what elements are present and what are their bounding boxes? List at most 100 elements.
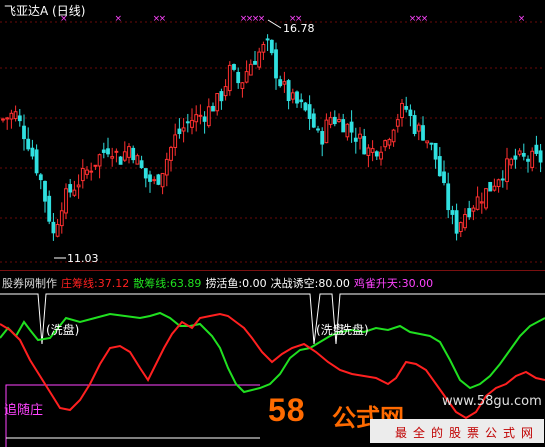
high-label: 16.78	[283, 22, 315, 35]
candle-body	[341, 119, 346, 133]
candle-body	[421, 125, 425, 141]
candle-body	[479, 201, 484, 204]
candle-body	[383, 140, 388, 148]
candle-body	[450, 210, 455, 215]
candle-body	[55, 224, 60, 237]
candle-body	[311, 113, 316, 128]
candle-body	[114, 150, 119, 153]
candle-body	[370, 148, 375, 153]
candle-body	[5, 117, 10, 120]
xipan-label-1: (洗盘)	[46, 322, 79, 337]
signal-marker: ×	[518, 14, 526, 24]
candle-body	[454, 210, 459, 234]
candle-body	[362, 136, 367, 155]
candle-body	[488, 181, 493, 192]
candle-body	[72, 189, 77, 196]
candle-body	[517, 150, 522, 155]
candle-body	[412, 115, 417, 134]
candle-body	[253, 61, 257, 65]
candle-body	[303, 102, 308, 111]
candle-body	[299, 99, 304, 103]
low-annotation: 11.03	[54, 252, 99, 265]
candle-body	[1, 118, 5, 121]
candle-body	[526, 158, 530, 162]
candle-body	[492, 185, 497, 191]
candle-body	[274, 49, 278, 79]
candle-body	[437, 156, 442, 177]
candle-body	[391, 129, 396, 143]
candle-body	[227, 64, 232, 92]
candle-body	[265, 38, 270, 41]
candle-body	[307, 104, 312, 119]
candle-body	[51, 221, 56, 234]
panel-divider	[0, 270, 545, 271]
candle-body	[446, 183, 451, 211]
candle-body	[131, 147, 136, 161]
candle-body	[215, 93, 220, 112]
candle-body	[521, 152, 526, 157]
candle-body	[374, 151, 379, 157]
candle-body	[34, 149, 39, 174]
candle-body	[471, 207, 476, 212]
candle-body	[173, 134, 178, 148]
candle-body	[538, 150, 543, 163]
candle-body	[232, 64, 236, 70]
candle-body	[26, 138, 31, 150]
signal-marker: ×	[60, 14, 68, 24]
candle-body	[122, 151, 127, 161]
candle-body	[400, 102, 404, 119]
candle-body	[240, 82, 245, 89]
candle-body	[366, 147, 371, 156]
candle-body	[13, 111, 18, 120]
candle-body	[127, 146, 131, 158]
candle-body	[404, 106, 409, 110]
candle-body	[223, 86, 228, 97]
candle-body	[148, 174, 152, 182]
candle-body	[530, 150, 535, 168]
candle-body	[93, 164, 98, 167]
candle-body	[295, 91, 299, 104]
candle-body	[38, 174, 43, 181]
candle-body	[332, 116, 337, 125]
candle-body	[337, 118, 341, 123]
juezhan-line	[0, 293, 545, 345]
signal-marker: ×	[421, 14, 429, 24]
candle-body	[85, 169, 89, 175]
candle-body	[43, 180, 47, 202]
candle-body	[505, 158, 509, 183]
candle-body	[206, 106, 211, 127]
candle-body	[97, 154, 102, 167]
candle-body	[164, 158, 169, 176]
candle-body	[484, 188, 488, 209]
signal-marker: ×	[159, 14, 167, 24]
candle-body	[194, 114, 199, 123]
candle-body	[198, 114, 203, 117]
candle-body	[278, 79, 283, 87]
candle-body	[211, 105, 215, 112]
candle-body	[152, 179, 157, 182]
candle-body	[475, 196, 480, 210]
candle-body	[59, 210, 64, 227]
watermark-url[interactable]: www.58gu.com	[442, 394, 542, 409]
candle-body	[324, 119, 329, 144]
high-annotation: 16.78	[267, 19, 315, 35]
candle-body	[118, 156, 123, 165]
candle-body	[244, 71, 249, 83]
candle-body	[106, 148, 110, 155]
candle-body	[248, 63, 253, 76]
san-line	[0, 311, 545, 394]
signal-marker: ×	[258, 14, 266, 24]
price-chart[interactable]: × × ×× ×××× ×× ××× × 16.78 11.03	[0, 0, 545, 270]
candle-body	[261, 43, 266, 53]
candle-body	[17, 115, 22, 122]
candle-body	[181, 127, 186, 132]
candle-body	[496, 179, 501, 188]
candle-body	[467, 208, 472, 218]
candle-body	[513, 155, 518, 160]
candle-body	[190, 119, 194, 128]
candle-body	[509, 158, 514, 166]
low-label: 11.03	[67, 252, 99, 265]
candle-body	[185, 121, 190, 124]
candle-body	[316, 128, 320, 131]
zhuisuizhuang-label: 追随庄	[4, 402, 43, 418]
